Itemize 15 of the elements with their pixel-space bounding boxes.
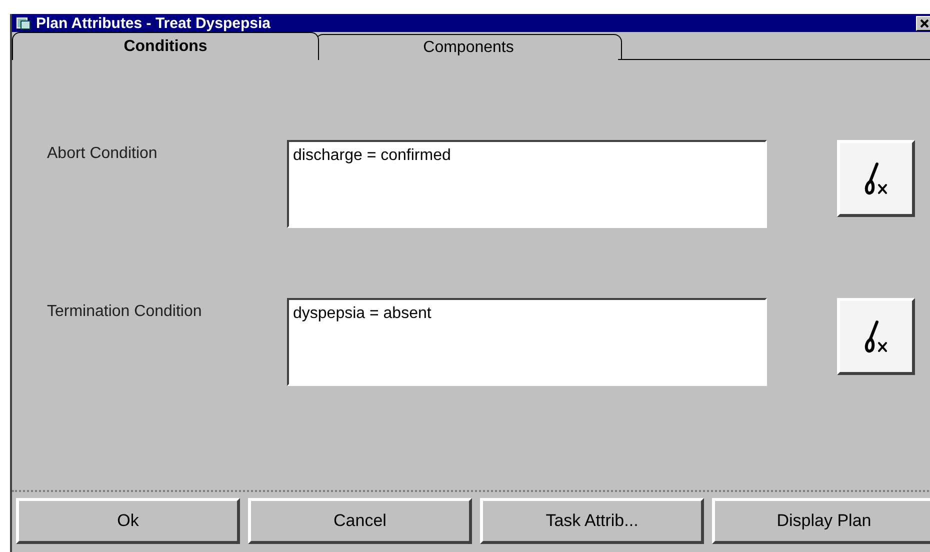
condition-label: Abort Condition [47, 144, 158, 164]
condition-field[interactable]: dyspepsia = absent [287, 298, 767, 386]
app-icon [16, 16, 32, 30]
close-button[interactable] [916, 16, 930, 30]
close-icon [920, 18, 928, 28]
dialog-button[interactable]: Task Attrib... [480, 498, 704, 544]
condition-field[interactable]: discharge = confirmed [287, 140, 767, 228]
dialog-button[interactable]: Cancel [248, 498, 472, 544]
dialog-button[interactable]: Display Plan [712, 498, 930, 544]
formula-button[interactable] [837, 298, 915, 375]
window-title: Plan Attributes - Treat Dyspepsia [36, 16, 271, 30]
condition-label: Termination Condition [47, 302, 203, 322]
tab[interactable]: Conditions [12, 32, 319, 60]
dialog-button[interactable]: Ok [16, 498, 240, 544]
formula-button[interactable] [837, 140, 915, 217]
